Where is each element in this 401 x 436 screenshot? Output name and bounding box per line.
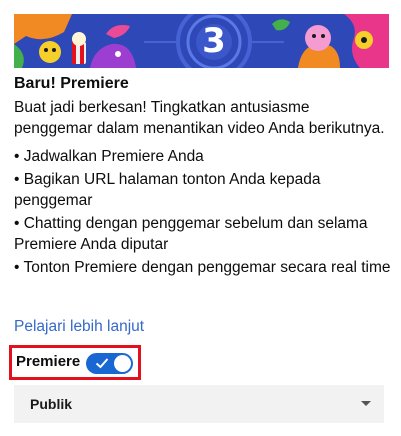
feature-item-watch-together: • Tonton Premiere dengan penggemar secar… bbox=[14, 259, 391, 276]
learn-more-link[interactable]: Pelajari lebih lanjut bbox=[14, 316, 144, 337]
premiere-description: Buat jadi berkesan! Tingkatkan antusiasm… bbox=[14, 99, 385, 137]
countdown-number: 3 bbox=[202, 21, 226, 61]
dialog-title: Baru! Premiere bbox=[14, 75, 129, 92]
visibility-select-value: Publik bbox=[30, 396, 73, 412]
feature-item-schedule: • Jadwalkan Premiere Anda bbox=[14, 148, 204, 165]
premiere-toggle-label: Premiere bbox=[16, 353, 81, 370]
visibility-select[interactable]: Publik bbox=[14, 385, 384, 423]
chevron-down-icon bbox=[361, 401, 371, 406]
feature-list: • Jadwalkan Premiere Anda • Bagikan URL … bbox=[14, 146, 392, 278]
toggle-knob bbox=[114, 355, 131, 372]
checkmark-icon bbox=[95, 358, 109, 369]
premiere-description-block: Buat jadi berkesan! Tingkatkan antusiasm… bbox=[14, 97, 392, 280]
feature-item-chat: • Chatting dengan penggemar sebelum dan … bbox=[14, 215, 368, 253]
premiere-banner: 3 bbox=[14, 14, 389, 68]
feature-item-share-url: • Bagikan URL halaman tonton Anda kepada… bbox=[14, 171, 321, 209]
premiere-toggle[interactable] bbox=[86, 353, 133, 374]
